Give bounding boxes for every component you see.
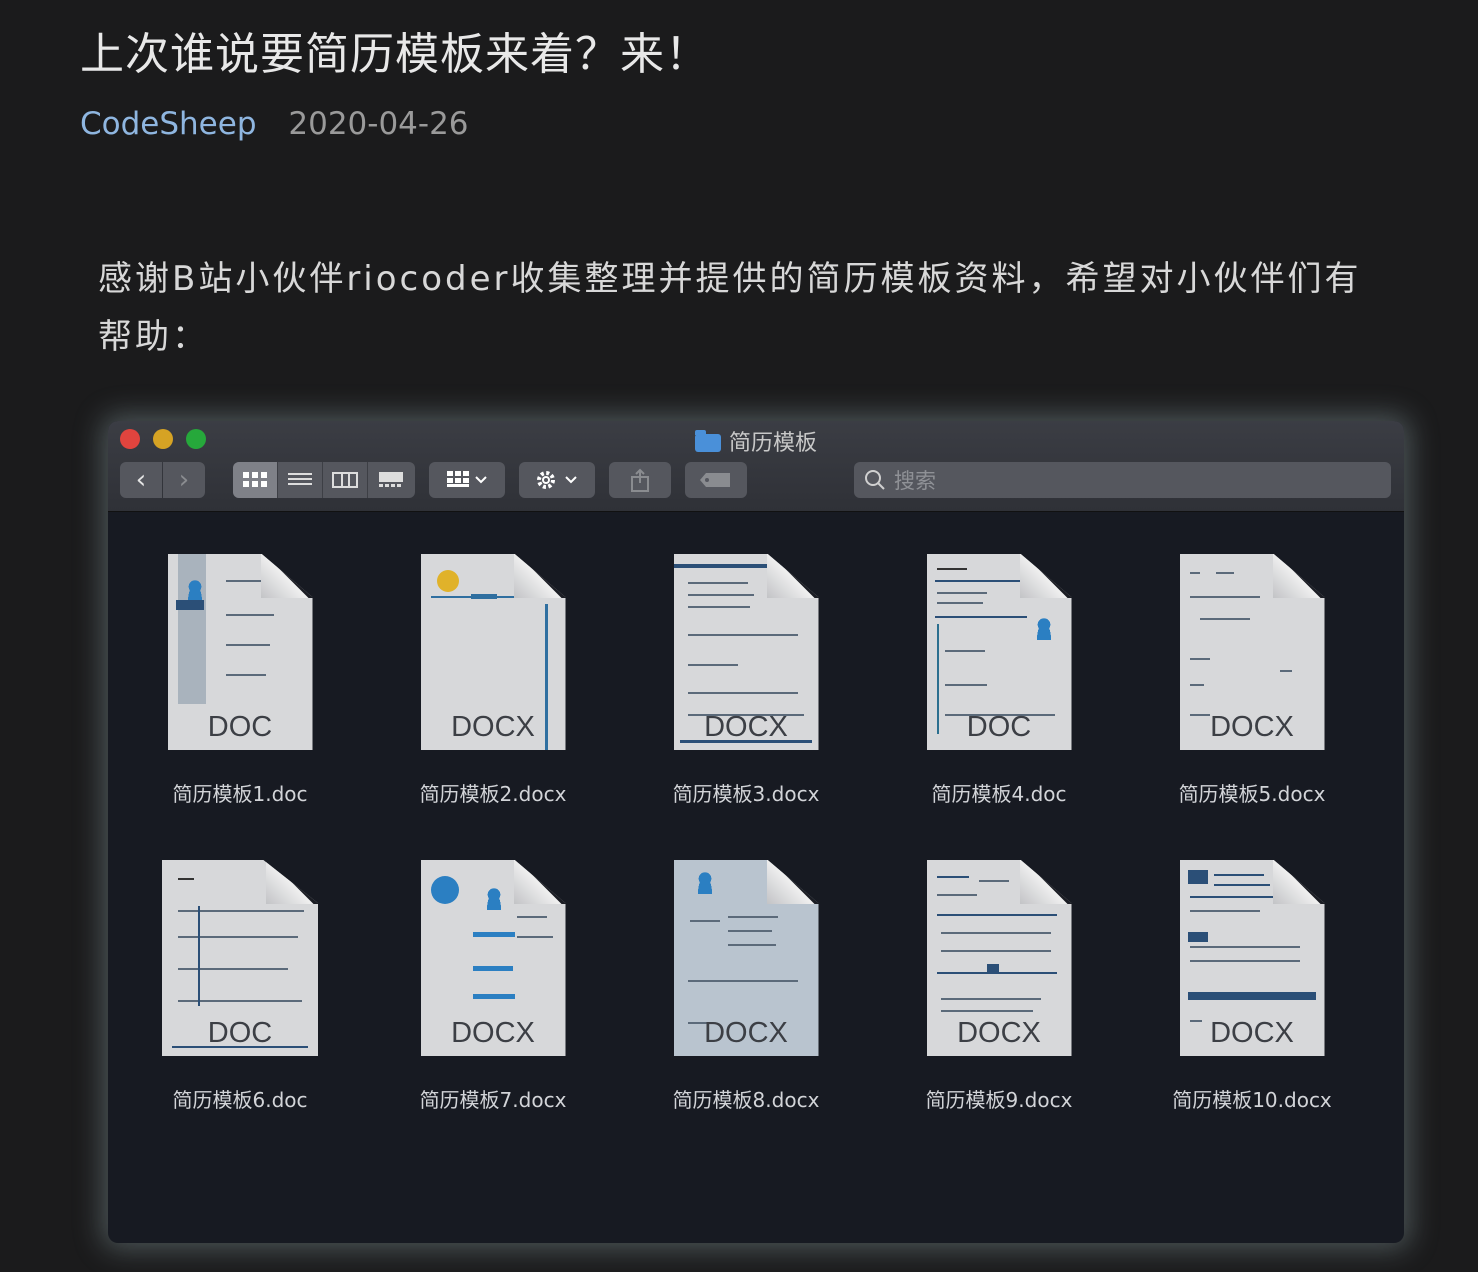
file-extension-label: DOCX [957, 1017, 1041, 1049]
finder-toolbar: 简历模板 ‹ › 搜索 [108, 421, 1404, 512]
icon-view-button[interactable] [233, 462, 278, 498]
finder-window-screenshot: 简历模板 ‹ › 搜索 DOC 简历模板1.doc DOCX 简历模板2.doc… [108, 421, 1404, 1243]
search-input[interactable]: 搜索 [854, 462, 1391, 498]
author-link[interactable]: CodeSheep [80, 106, 257, 142]
forward-button[interactable]: › [163, 462, 205, 498]
file-extension-label: DOCX [451, 711, 535, 743]
file-extension-label: DOC [966, 711, 1032, 743]
file-item[interactable]: DOC 简历模板4.doc [889, 554, 1109, 807]
doc-file-icon: DOC [162, 860, 318, 1056]
tag-icon [700, 473, 730, 487]
view-mode-group [233, 462, 415, 498]
file-item[interactable]: DOC 简历模板6.doc [130, 860, 350, 1113]
file-extension-label: DOCX [451, 1017, 535, 1049]
file-name: 简历模板8.docx [672, 1088, 820, 1112]
article-title: 上次谁说要简历模板来着？来！ [80, 29, 710, 80]
group-grid-icon [447, 471, 487, 487]
column-view-button[interactable] [323, 462, 368, 498]
file-item[interactable]: DOCX 简历模板8.docx [636, 860, 856, 1113]
search-placeholder: 搜索 [894, 469, 936, 493]
search-icon [865, 470, 885, 490]
docx-file-icon: DOCX [420, 860, 566, 1056]
window-title: 简历模板 [108, 425, 1404, 457]
grid-view-icon [243, 472, 267, 487]
list-view-button[interactable] [278, 462, 323, 498]
docx-file-icon: DOCX [673, 860, 819, 1056]
file-name: 简历模板10.docx [1172, 1088, 1332, 1112]
file-extension-label: DOCX [1210, 711, 1294, 743]
group-by-button[interactable] [429, 462, 505, 498]
share-icon [631, 468, 649, 492]
docx-file-icon: DOCX [926, 860, 1072, 1056]
gear-icon [537, 471, 577, 489]
tags-button[interactable] [685, 462, 747, 498]
file-item[interactable]: DOCX 简历模板9.docx [889, 860, 1109, 1113]
gallery-view-button[interactable] [368, 462, 413, 498]
file-name: 简历模板4.doc [931, 782, 1067, 806]
column-view-icon [332, 472, 358, 488]
back-button[interactable]: ‹ [120, 462, 162, 498]
docx-file-icon: DOCX [673, 554, 819, 750]
chevron-right-icon: › [178, 465, 190, 495]
file-extension-label: DOCX [704, 711, 788, 743]
file-extension-label: DOCX [1210, 1017, 1294, 1049]
file-name: 简历模板1.doc [172, 782, 308, 806]
docx-file-icon: DOCX [1179, 554, 1325, 750]
file-extension-label: DOCX [704, 1017, 788, 1049]
file-item[interactable]: DOCX 简历模板7.docx [383, 860, 603, 1113]
chevron-left-icon: ‹ [135, 465, 147, 495]
file-name: 简历模板5.docx [1178, 782, 1326, 806]
avatar-circle-icon [430, 876, 459, 904]
file-name: 简历模板3.docx [672, 782, 820, 806]
action-menu-button[interactable] [519, 462, 595, 498]
penguin-icon [436, 570, 459, 592]
file-name: 简历模板2.docx [419, 782, 567, 806]
doc-file-icon: DOC [926, 554, 1072, 750]
file-extension-label: DOC [207, 711, 273, 743]
share-button[interactable] [609, 462, 671, 498]
file-name: 简历模板6.doc [172, 1088, 308, 1112]
article: 上次谁说要简历模板来着？来！ CodeSheep 2020-04-26 感谢B站… [0, 0, 1478, 1272]
article-paragraph: 感谢B站小伙伴riocoder收集整理并提供的简历模板资料，希望对小伙伴们有帮助… [98, 259, 1362, 357]
file-name: 简历模板7.docx [419, 1088, 567, 1112]
doc-file-icon: DOC [167, 554, 313, 750]
file-item[interactable]: DOCX 简历模板3.docx [636, 554, 856, 807]
file-extension-label: DOC [207, 1017, 273, 1049]
docx-file-icon: DOCX [420, 554, 566, 750]
file-item[interactable]: DOCX 简历模板5.docx [1142, 554, 1362, 807]
gallery-view-icon [378, 472, 403, 487]
file-item[interactable]: DOCX 简历模板2.docx [383, 554, 603, 807]
docx-file-icon: DOCX [1179, 860, 1325, 1056]
list-view-icon [288, 473, 312, 485]
file-item[interactable]: DOC 简历模板1.doc [130, 554, 350, 807]
article-meta: CodeSheep 2020-04-26 [80, 106, 469, 142]
folder-icon [694, 430, 721, 452]
window-title-label: 简历模板 [728, 431, 817, 456]
publish-date: 2020-04-26 [288, 106, 469, 142]
file-name: 简历模板9.docx [925, 1088, 1073, 1112]
file-item[interactable]: DOCX 简历模板10.docx [1142, 860, 1362, 1113]
